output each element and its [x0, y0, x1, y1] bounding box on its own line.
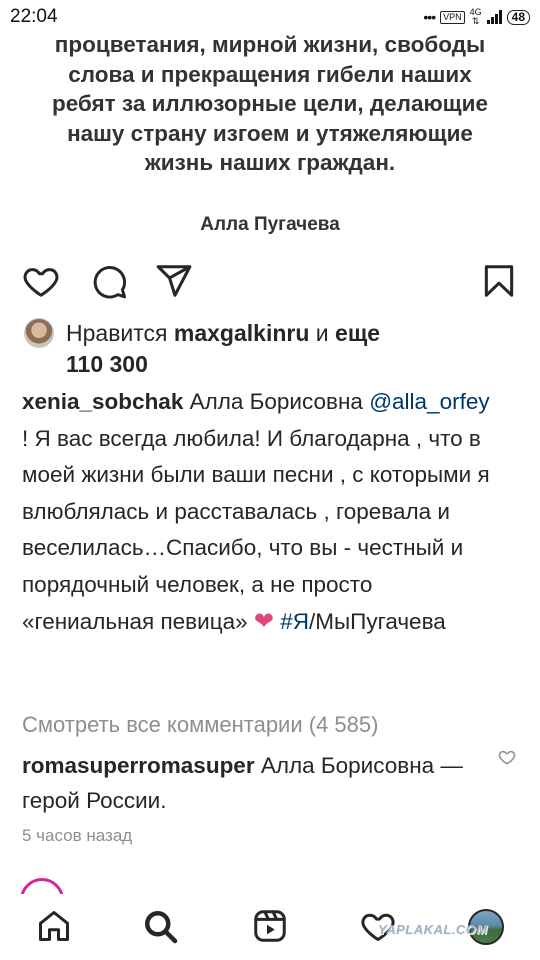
- comment-heart-icon[interactable]: [498, 748, 516, 766]
- likes-text: Нравится maxgalkinru и еще 110 300: [66, 318, 524, 380]
- vpn-icon: VPN: [440, 10, 465, 24]
- comment: romasuperromasuper Алла Борисовна — геро…: [22, 748, 482, 818]
- caption-mention[interactable]: @alla_orfey: [369, 389, 489, 414]
- search-icon[interactable]: [142, 908, 178, 944]
- status-bar: 22:04 ••• VPN 4G ⇅ 48: [0, 0, 540, 34]
- home-icon[interactable]: [36, 908, 72, 944]
- network-indicator: 4G ⇅: [470, 8, 482, 26]
- quote-line: слова и прекращения гибели наших: [68, 61, 472, 87]
- share-icon[interactable]: [155, 262, 193, 300]
- heart-icon[interactable]: [22, 262, 60, 300]
- caption-hashtag[interactable]: #Я: [280, 609, 309, 634]
- post-timestamp: 5 часов назад: [22, 826, 133, 845]
- likes-prefix: Нравится: [66, 320, 168, 346]
- watermark: YAPLAKAL.COM: [378, 922, 488, 937]
- data-arrows-icon: ⇅: [471, 16, 480, 26]
- caption-text: /МыПугачева: [309, 608, 446, 634]
- notification-dots-icon: •••: [423, 9, 436, 25]
- battery-icon: 48: [506, 9, 530, 25]
- post-actions: [0, 258, 540, 304]
- quote-author: Алла Пугачева: [200, 214, 340, 235]
- caption-username[interactable]: xenia_sobchak: [22, 389, 183, 414]
- likes-count[interactable]: 110 300: [66, 351, 148, 377]
- status-time: 22:04: [10, 6, 58, 27]
- comment-icon[interactable]: [90, 262, 128, 300]
- caption-text: Алла Борисовна: [189, 389, 363, 414]
- post-caption: xenia_sobchak Алла Борисовна @alla_orfey…: [22, 384, 502, 640]
- signal-icon: [486, 10, 502, 24]
- heart-emoji-icon: ❤: [253, 607, 274, 635]
- quote-line: нашу страну изгоем и утяжеляющие: [67, 120, 473, 146]
- quote-line: жизнь наших граждан.: [144, 150, 396, 175]
- status-icons: ••• VPN 4G ⇅ 48: [423, 8, 530, 26]
- likes-conj: и: [315, 320, 329, 346]
- post-image[interactable]: процветания, мирной жизни, свободы слова…: [0, 14, 540, 252]
- quote-line: процветания, мирной жизни, свободы: [54, 32, 486, 57]
- quote-line: ребят за иллюзорные цели, делающие: [51, 91, 489, 116]
- reels-icon[interactable]: [252, 908, 288, 944]
- quote-text: процветания, мирной жизни, свободы слова…: [0, 30, 540, 178]
- view-all-comments-link[interactable]: Смотреть все комментарии (4 585): [22, 709, 378, 741]
- bookmark-icon[interactable]: [480, 262, 518, 300]
- caption-text: ! Я вас всегда любила! И благодарна , чт…: [22, 425, 490, 634]
- liker-avatar[interactable]: [24, 318, 54, 348]
- likes-row[interactable]: Нравится maxgalkinru и еще 110 300: [24, 318, 524, 380]
- likes-more[interactable]: еще: [335, 320, 380, 346]
- liker-username[interactable]: maxgalkinru: [174, 320, 310, 346]
- comment-username[interactable]: romasuperromasuper: [22, 753, 255, 778]
